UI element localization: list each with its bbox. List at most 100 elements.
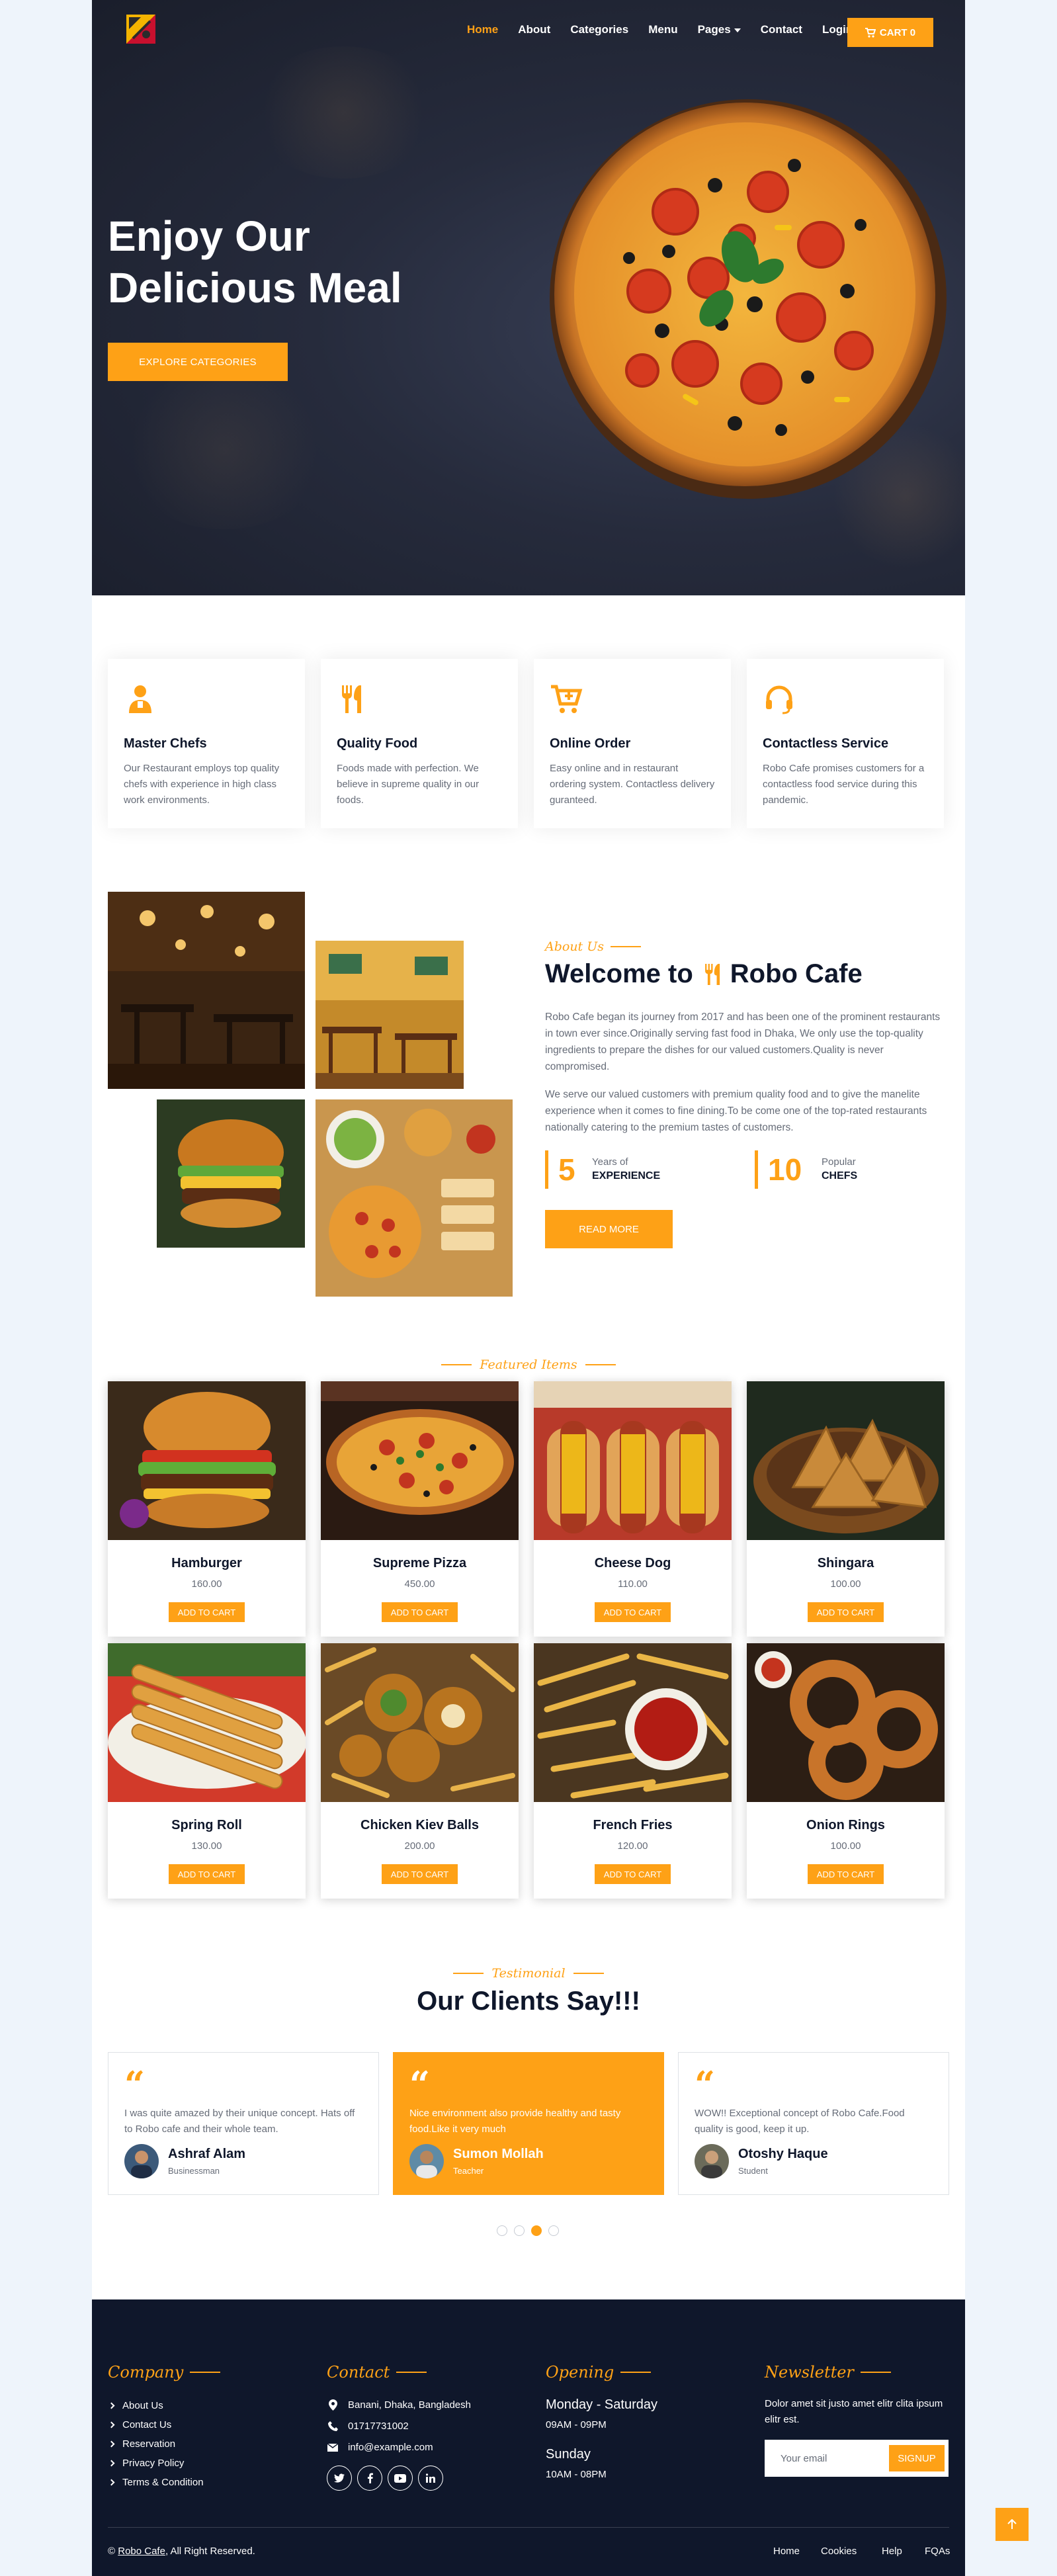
youtube-button[interactable] [388, 2466, 413, 2491]
testimonial-name: Otoshy Haque [738, 2147, 828, 2161]
about-photo-food-spread [316, 1099, 513, 1297]
carousel-dot[interactable] [497, 2225, 507, 2236]
footer-link-privacy[interactable]: Privacy Policy [108, 2458, 184, 2469]
about-photo-burger [157, 1099, 305, 1248]
footer-menu-help[interactable]: Help [882, 2546, 902, 2557]
divider-line [396, 2372, 427, 2373]
footer-email[interactable]: info@example.com [327, 2442, 433, 2453]
nav-contact[interactable]: Contact [761, 23, 802, 36]
cheese-dog-image [534, 1381, 732, 1540]
nav-home[interactable]: Home [467, 23, 498, 36]
facebook-icon [367, 2473, 373, 2483]
supreme-pizza-image [321, 1381, 519, 1540]
product-price: 100.00 [830, 1578, 861, 1590]
copyright-text: , All Right Reserved. [165, 2546, 255, 2557]
testimonial-title: Our Clients Say!!! [417, 1987, 640, 2016]
footer-address: Banani, Dhaka, Bangladesh [327, 2399, 471, 2411]
map-marker-icon [328, 2399, 337, 2411]
nav-menu[interactable]: Menu [648, 23, 677, 36]
product-card-onion-rings: Onion Rings 100.00 ADD TO CART [747, 1643, 945, 1899]
service-title: Online Order [550, 736, 631, 751]
divider-line [573, 1973, 604, 1974]
testimonial-name: Ashraf Alam [168, 2147, 246, 2161]
product-price: 160.00 [191, 1578, 222, 1590]
about-paragraph-2: We serve our valued customers with premi… [545, 1089, 927, 1133]
twitter-button[interactable] [327, 2466, 352, 2491]
envelope-icon [327, 2443, 338, 2452]
newsletter-email-input[interactable] [773, 2445, 885, 2471]
divider-line [620, 2372, 652, 2373]
footer-link-contact[interactable]: Contact Us [108, 2419, 171, 2430]
add-to-cart-button[interactable]: ADD TO CART [595, 1602, 671, 1622]
robo-cafe-logo[interactable] [124, 12, 158, 46]
about-subtitle-text: About Us [545, 939, 604, 954]
service-card-online-order: Online Order Easy online and in restaura… [534, 659, 731, 828]
stat-chefs-label: Popular [822, 1156, 856, 1168]
testimonial-text: WOW!! Exceptional concept of Robo Cafe.F… [695, 2108, 905, 2135]
product-price: 130.00 [191, 1840, 222, 1852]
hero-title-line1: Enjoy Our [108, 212, 310, 260]
shopping-cart-icon [865, 27, 876, 38]
service-title: Contactless Service [763, 736, 889, 751]
chevron-right-icon [108, 2460, 115, 2467]
nav-about[interactable]: About [518, 23, 550, 36]
product-card-cheese-dog: Cheese Dog 110.00 ADD TO CART [534, 1381, 732, 1637]
footer-link-label: Terms & Condition [122, 2477, 204, 2488]
footer-email-text: info@example.com [348, 2442, 433, 2453]
testimonial-card-active: “ Nice environment also provide healthy … [393, 2052, 664, 2195]
add-to-cart-button[interactable]: ADD TO CART [169, 1602, 245, 1622]
featured-label: Featured Items [92, 1357, 965, 1372]
nav-categories[interactable]: Categories [570, 23, 628, 36]
product-card-spring-roll: Spring Roll 130.00 ADD TO CART [108, 1643, 306, 1899]
chevron-right-icon [108, 2402, 115, 2409]
footer-link-about[interactable]: About Us [108, 2400, 163, 2411]
about-title-brand: Robo Cafe [730, 959, 863, 988]
youtube-icon [394, 2473, 406, 2483]
back-to-top-button[interactable] [995, 2508, 1029, 2541]
add-to-cart-button[interactable]: ADD TO CART [169, 1864, 245, 1884]
add-to-cart-button[interactable]: ADD TO CART [382, 1864, 458, 1884]
linkedin-button[interactable] [418, 2466, 443, 2491]
footer-phone: 01717731002 [327, 2421, 409, 2432]
add-to-cart-button[interactable]: ADD TO CART [808, 1602, 884, 1622]
service-card-contactless: Contactless Service Robo Cafe promises c… [747, 659, 944, 828]
carousel-dot[interactable] [548, 2225, 559, 2236]
footer-menu-fqas[interactable]: FQAs [925, 2546, 950, 2557]
copyright-brand-link[interactable]: Robo Cafe [118, 2546, 165, 2557]
add-to-cart-button[interactable]: ADD TO CART [808, 1864, 884, 1884]
nav-pages-label: Pages [697, 23, 731, 36]
cart-button[interactable]: CART 0 [847, 18, 933, 47]
explore-categories-button[interactable]: EXPLORE CATEGORIES [108, 343, 288, 381]
service-title: Master Chefs [124, 736, 207, 751]
opening-day-weekdays: Monday - Saturday [546, 2397, 657, 2412]
read-more-button[interactable]: READ MORE [545, 1210, 673, 1248]
footer-contact-heading: Contact [327, 2363, 427, 2382]
carousel-dot-active[interactable] [531, 2225, 542, 2236]
nav-pages-dropdown[interactable]: Pages [698, 23, 741, 36]
featured-label-text: Featured Items [480, 1357, 577, 1372]
hero-section: Home About Categories Menu Pages Contact… [92, 0, 965, 595]
testimonial-card: “ WOW!! Exceptional concept of Robo Cafe… [678, 2052, 949, 2195]
footer-link-terms[interactable]: Terms & Condition [108, 2477, 204, 2488]
footer-menu-cookies[interactable]: Cookies [821, 2546, 857, 2557]
product-name: Cheese Dog [594, 1556, 671, 1570]
product-price: 110.00 [618, 1578, 648, 1590]
product-card-hamburger: Hamburger 160.00 ADD TO CART [108, 1381, 306, 1637]
hero-pizza-image [550, 99, 947, 499]
carousel-dot[interactable] [514, 2225, 525, 2236]
add-to-cart-button[interactable]: ADD TO CART [382, 1602, 458, 1622]
footer-link-reservation[interactable]: Reservation [108, 2438, 175, 2450]
linkedin-icon [426, 2473, 435, 2483]
page: Home About Categories Menu Pages Contact… [92, 0, 965, 2576]
product-card-french-fries: French Fries 120.00 ADD TO CART [534, 1643, 732, 1899]
chevron-right-icon [108, 2421, 115, 2428]
stat-years-number: 5 [558, 1152, 575, 1187]
testimonial-label-text: Testimonial [491, 1966, 566, 1981]
about-title: Welcome to Robo Cafe [545, 959, 863, 989]
divider-line [611, 946, 641, 947]
footer-menu-home[interactable]: Home [773, 2546, 800, 2557]
newsletter-signup-button[interactable]: SIGNUP [889, 2445, 945, 2471]
add-to-cart-button[interactable]: ADD TO CART [595, 1864, 671, 1884]
facebook-button[interactable] [357, 2466, 382, 2491]
spring-roll-image [108, 1643, 306, 1802]
